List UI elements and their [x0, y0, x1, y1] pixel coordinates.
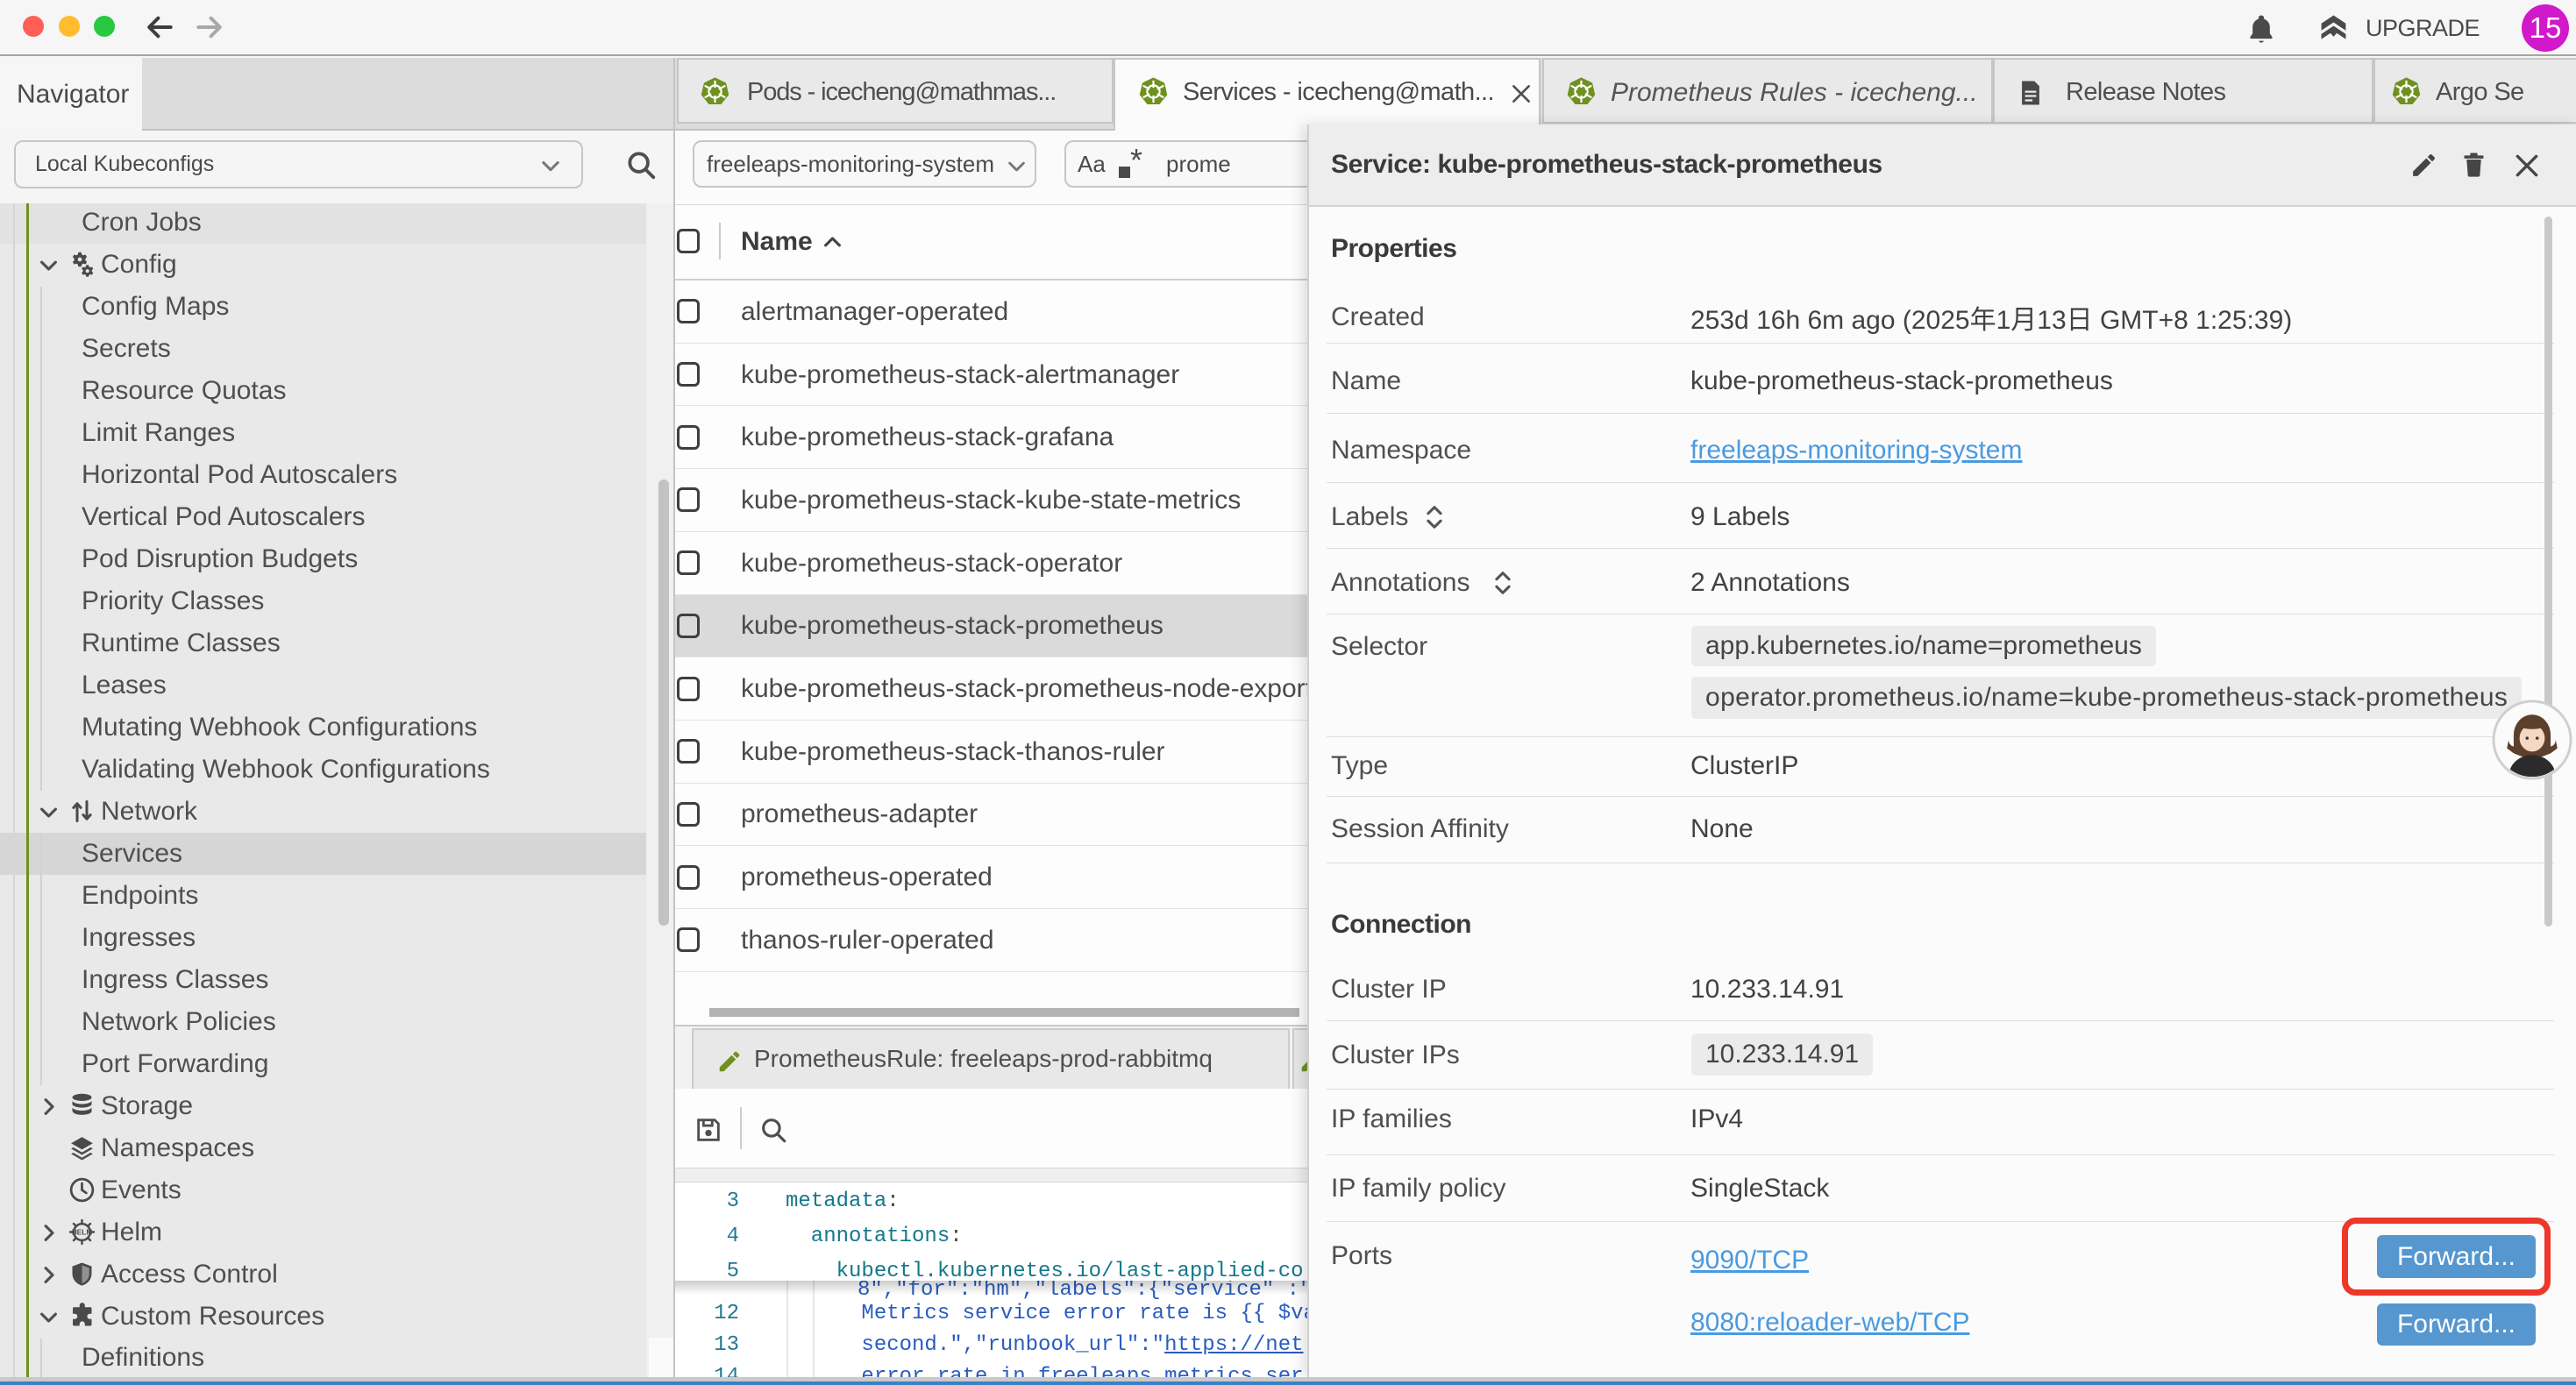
svg-text:HELM: HELM: [72, 1229, 93, 1237]
